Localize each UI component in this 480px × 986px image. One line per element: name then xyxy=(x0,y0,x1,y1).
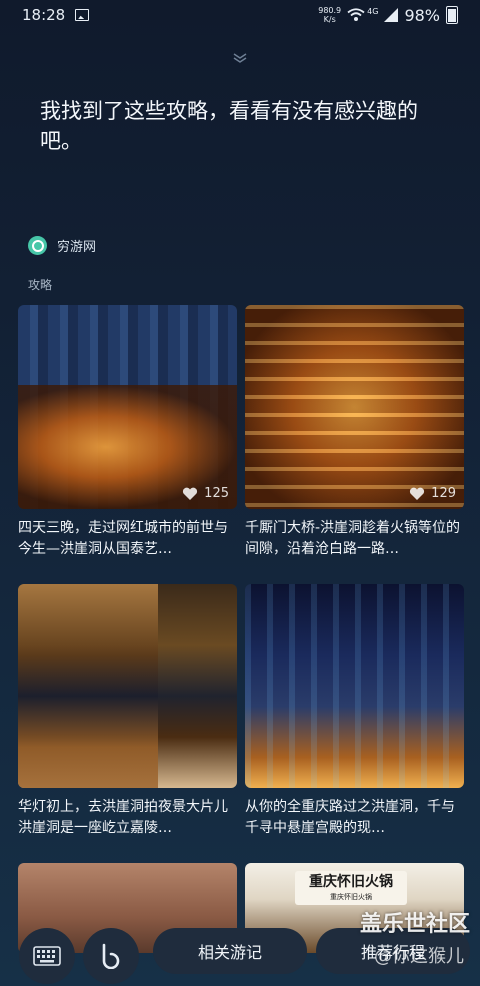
like-count: 129 xyxy=(409,486,456,501)
card-caption: 千厮门大桥-洪崖洞趁着火锅等位的间隙，沿着沧白路一路… xyxy=(245,520,461,557)
card-caption: 从你的全重庆路过之洪崖洞，千与千寻中悬崖宫殿的现… xyxy=(245,799,455,836)
hotpot-sign: 重庆怀旧火锅 重庆怀旧火锅 xyxy=(295,871,407,905)
card-thumbnail xyxy=(18,584,237,788)
assistant-message: 我找到了这些攻略，看看有没有感兴趣的吧。 xyxy=(40,99,418,153)
wifi-icon xyxy=(347,8,365,21)
like-count: 125 xyxy=(182,486,229,501)
keyboard-button[interactable] xyxy=(19,928,75,984)
source-header[interactable]: 穷游网 xyxy=(28,236,96,255)
guide-card[interactable]: 华灯初上，去洪崖洞拍夜景大片儿洪崖洞是一座屹立嘉陵… xyxy=(18,584,237,839)
guide-grid: 125 四天三晚，走过网红城市的前世与今生—洪崖洞从国泰艺… 129 千厮门大桥… xyxy=(18,305,464,953)
battery-level: 98% xyxy=(404,5,440,25)
keyboard-icon xyxy=(33,946,61,966)
related-travelogues-button[interactable]: 相关游记 xyxy=(153,928,307,974)
section-label: 攻略 xyxy=(28,278,53,292)
watermark-title: 盖乐世社区 xyxy=(359,912,470,937)
network-speed: 980.9 K/s xyxy=(318,6,342,24)
card-thumbnail xyxy=(245,584,464,788)
heart-icon xyxy=(183,487,198,500)
bixby-icon xyxy=(102,943,120,969)
guide-card[interactable]: 129 千厮门大桥-洪崖洞趁着火锅等位的间隙，沿着沧白路一路… xyxy=(245,305,464,560)
heart-icon xyxy=(410,487,425,500)
network-type: 4G xyxy=(367,6,379,16)
chevron-down-icon[interactable] xyxy=(232,52,248,64)
signal-icon xyxy=(384,8,399,22)
guide-card[interactable]: 从你的全重庆路过之洪崖洞，千与千寻中悬崖宫殿的现… xyxy=(245,584,464,839)
card-thumbnail: 129 xyxy=(245,305,464,509)
bixby-button[interactable] xyxy=(83,928,139,984)
source-name: 穷游网 xyxy=(57,240,97,255)
card-thumbnail: 125 xyxy=(18,305,237,509)
battery-icon xyxy=(446,6,458,24)
image-icon xyxy=(75,9,90,21)
card-caption: 华灯初上，去洪崖洞拍夜景大片儿洪崖洞是一座屹立嘉陵… xyxy=(18,799,228,836)
qyer-logo-icon xyxy=(28,236,47,255)
clock: 18:28 xyxy=(22,6,66,24)
status-bar: 18:28 980.9 K/s 4G 98% xyxy=(0,0,480,30)
watermark-user: @你这猴儿 xyxy=(374,946,464,967)
guide-card[interactable]: 125 四天三晚，走过网红城市的前世与今生—洪崖洞从国泰艺… xyxy=(18,305,237,560)
card-caption: 四天三晚，走过网红城市的前世与今生—洪崖洞从国泰艺… xyxy=(18,520,228,557)
